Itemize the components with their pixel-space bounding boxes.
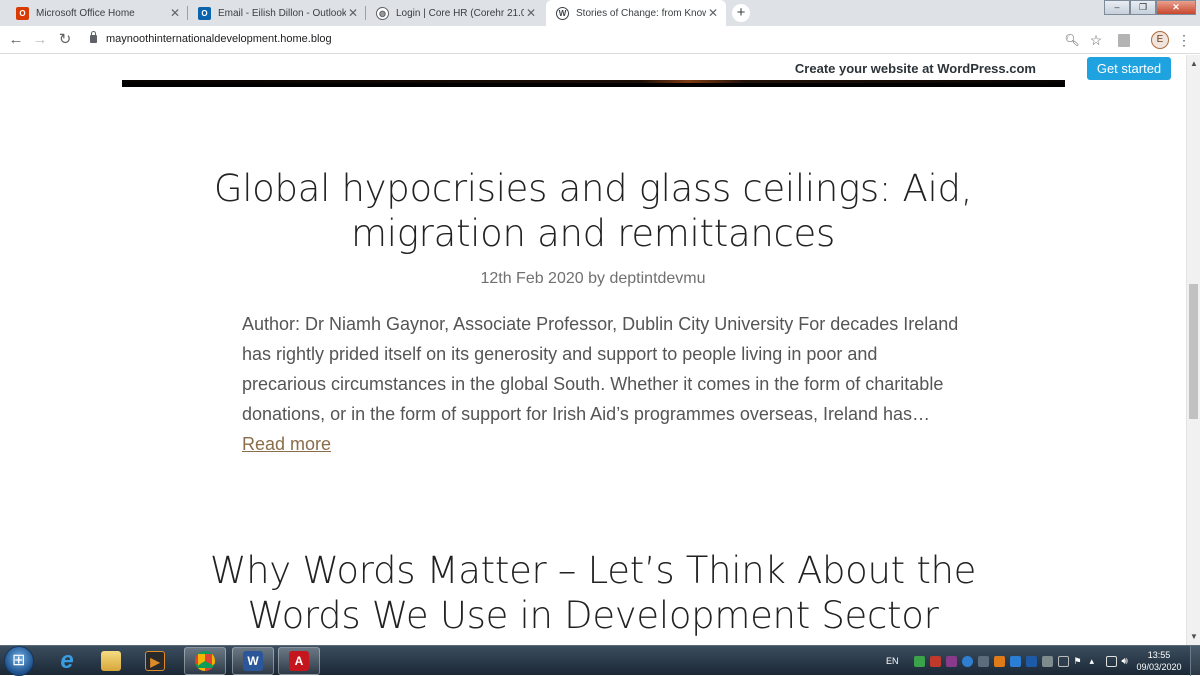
bookmark-star-icon[interactable]: ☆ bbox=[1088, 32, 1104, 48]
acrobat-icon[interactable]: A bbox=[278, 647, 320, 675]
system-tray: EN ⚑ ▴ 🔊︎ bbox=[886, 646, 1133, 676]
close-icon[interactable]: ✕ bbox=[346, 6, 360, 20]
window-controls: – ❐ ✕ bbox=[1104, 0, 1196, 15]
windows-taskbar: e ▶ W A EN ⚑ ▴ 🔊︎ 13:55 09/03/2020 bbox=[0, 645, 1200, 676]
tray-app-icon[interactable] bbox=[1057, 655, 1069, 667]
outlook-icon: O bbox=[198, 6, 211, 20]
chrome-icon[interactable] bbox=[184, 647, 226, 675]
lock-icon[interactable] bbox=[90, 31, 97, 43]
browser-tab-strip: O Microsoft Office Home ✕ O Email - Eili… bbox=[0, 0, 1200, 26]
forward-arrow-icon[interactable]: → bbox=[31, 31, 49, 49]
globe-icon: ◍ bbox=[376, 6, 389, 20]
tab-core-hr-login[interactable]: ◍ Login | Core HR (Corehr 21.0.23) ✕ bbox=[366, 0, 544, 26]
menu-kebab-icon[interactable]: ⋮ bbox=[1176, 32, 1192, 48]
network-icon[interactable] bbox=[1105, 655, 1117, 667]
start-button[interactable] bbox=[4, 646, 34, 676]
tab-microsoft-office-home[interactable]: O Microsoft Office Home ✕ bbox=[6, 0, 188, 26]
close-icon[interactable]: ✕ bbox=[706, 6, 720, 20]
post-meta: 12th Feb 2020 by deptintdevmu bbox=[180, 270, 1006, 288]
office-icon: O bbox=[16, 6, 29, 20]
profile-avatar[interactable]: E bbox=[1151, 31, 1169, 49]
clock-time: 13:55 bbox=[1147, 650, 1171, 660]
create-website-link[interactable]: Create your website at WordPress.com bbox=[795, 61, 1036, 76]
scroll-up-arrow-icon[interactable]: ▲ bbox=[1190, 59, 1198, 68]
post-title[interactable]: Why Words Matter – Let’s Think About the… bbox=[180, 548, 1006, 638]
file-explorer-icon[interactable] bbox=[90, 647, 132, 675]
restore-button[interactable]: ❐ bbox=[1130, 0, 1156, 15]
back-arrow-icon[interactable]: ← bbox=[7, 31, 25, 49]
tray-app-icon[interactable] bbox=[945, 655, 957, 667]
show-desktop-button[interactable] bbox=[1190, 646, 1200, 676]
shield-icon[interactable] bbox=[929, 655, 941, 667]
get-started-button[interactable]: Get started bbox=[1087, 57, 1171, 80]
internet-explorer-icon[interactable]: e bbox=[46, 647, 88, 675]
tab-stories-of-change[interactable]: W Stories of Change: from Knowled ✕ bbox=[546, 0, 726, 26]
tab-title: Microsoft Office Home bbox=[36, 7, 135, 19]
close-window-button[interactable]: ✕ bbox=[1156, 0, 1196, 15]
system-clock[interactable]: 13:55 09/03/2020 bbox=[1134, 649, 1184, 673]
clock-date: 09/03/2020 bbox=[1136, 662, 1182, 672]
browser-toolbar: ← → ↻ maynoothinternationaldevelopment.h… bbox=[0, 26, 1200, 54]
media-player-icon[interactable]: ▶ bbox=[134, 647, 176, 675]
header-image-bottom-edge bbox=[122, 83, 1065, 87]
tray-app-icon[interactable] bbox=[913, 655, 925, 667]
post-author[interactable]: deptintdevmu bbox=[609, 270, 705, 287]
tray-app-icon[interactable] bbox=[993, 655, 1005, 667]
close-icon[interactable]: ✕ bbox=[168, 6, 182, 20]
tab-title: Email - Eilish Dillon - Outlook bbox=[218, 7, 346, 19]
tray-app-icon[interactable] bbox=[1041, 655, 1053, 667]
acrobat-extension-icon[interactable] bbox=[1116, 32, 1132, 48]
chevron-up-icon[interactable]: ▴ bbox=[1090, 656, 1101, 667]
vertical-scrollbar[interactable]: ▲ ▼ bbox=[1186, 55, 1200, 645]
address-bar-url[interactable]: maynoothinternationaldevelopment.home.bl… bbox=[106, 33, 332, 45]
tab-outlook-email[interactable]: O Email - Eilish Dillon - Outlook ✕ bbox=[188, 0, 366, 26]
tray-app-icon[interactable] bbox=[1009, 655, 1021, 667]
volume-icon[interactable]: 🔊︎ bbox=[1122, 656, 1133, 667]
web-page: Create your website at WordPress.com Get… bbox=[0, 55, 1186, 645]
post-excerpt: Author: Dr Niamh Gaynor, Associate Profe… bbox=[242, 309, 962, 459]
new-tab-button[interactable]: + bbox=[732, 4, 750, 22]
post-excerpt-text: Author: Dr Niamh Gaynor, Associate Profe… bbox=[242, 314, 959, 424]
zoom-icon[interactable]: 🔍︎ bbox=[1064, 32, 1080, 48]
tab-title: Login | Core HR (Corehr 21.0.23) bbox=[396, 7, 524, 19]
post-date[interactable]: 12th Feb 2020 bbox=[480, 270, 583, 287]
minimize-button[interactable]: – bbox=[1104, 0, 1130, 15]
scrollbar-thumb[interactable] bbox=[1189, 284, 1198, 419]
close-icon[interactable]: ✕ bbox=[524, 6, 538, 20]
reload-icon[interactable]: ↻ bbox=[56, 31, 74, 49]
word-icon[interactable]: W bbox=[232, 647, 274, 675]
tab-title: Stories of Change: from Knowled bbox=[576, 7, 706, 19]
post-title[interactable]: Global hypocrisies and glass ceilings: A… bbox=[180, 166, 1006, 256]
flag-icon[interactable]: ⚑ bbox=[1074, 656, 1085, 667]
wordpress-icon: W bbox=[556, 6, 569, 20]
word-tray-icon[interactable] bbox=[1025, 655, 1037, 667]
language-indicator[interactable]: EN bbox=[886, 656, 899, 666]
post-by-label: by bbox=[588, 270, 606, 287]
tray-app-icon[interactable] bbox=[977, 655, 989, 667]
read-more-link[interactable]: Read more bbox=[242, 434, 331, 454]
skype-icon[interactable] bbox=[961, 655, 973, 667]
scroll-down-arrow-icon[interactable]: ▼ bbox=[1190, 632, 1198, 641]
